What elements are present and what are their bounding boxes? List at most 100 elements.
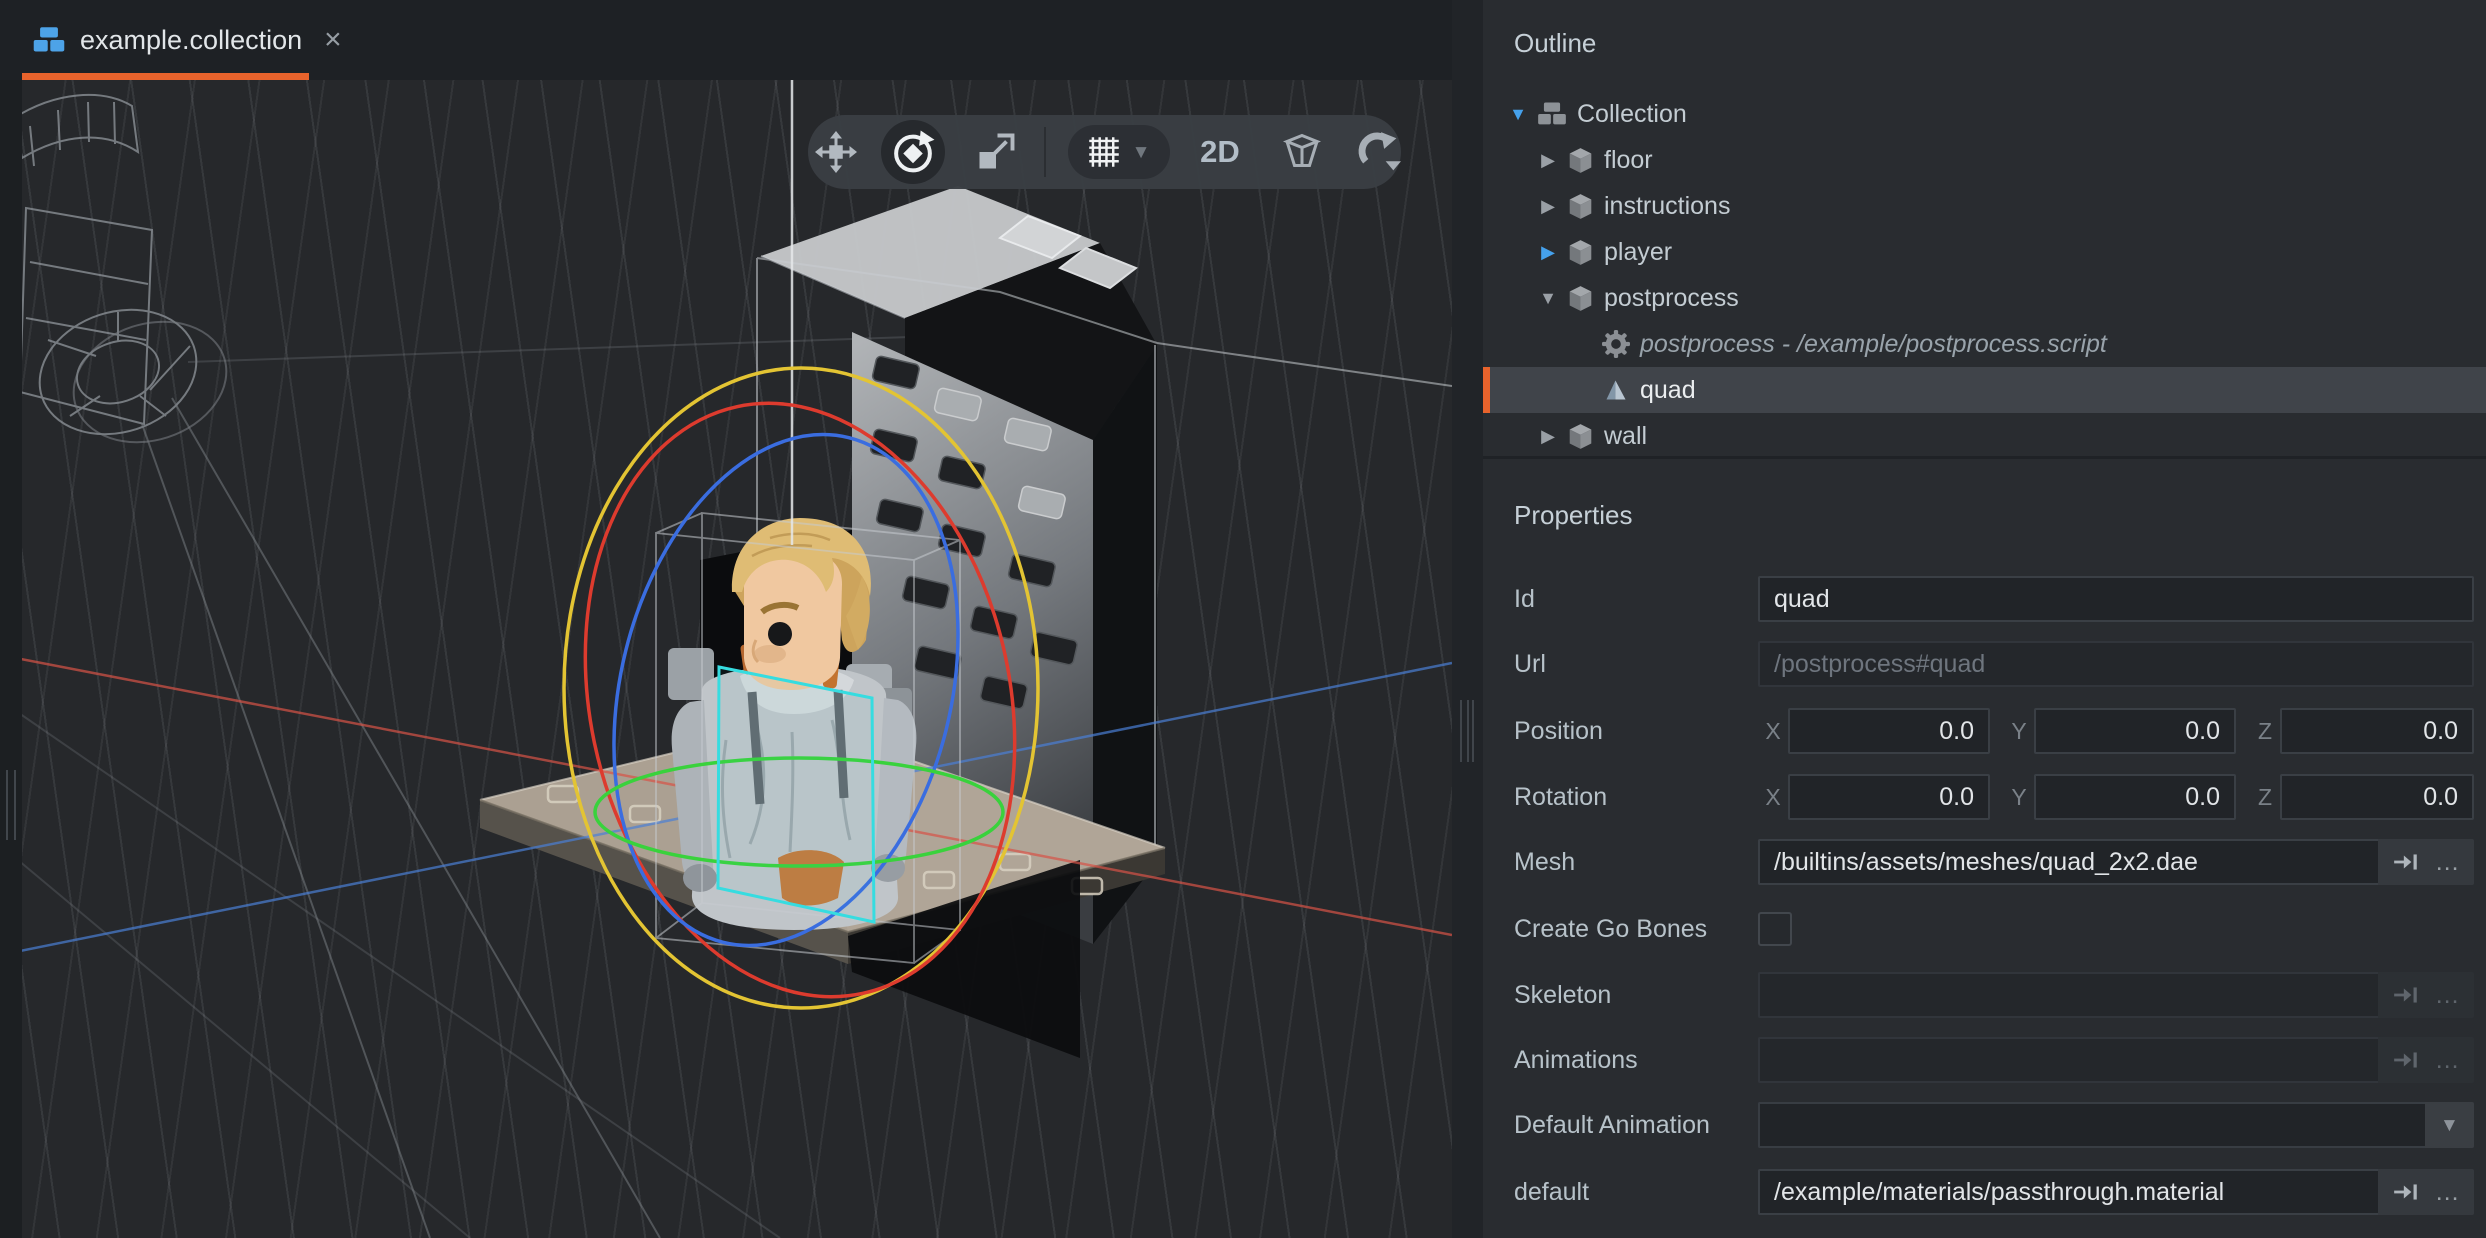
rotate-tool-button[interactable] bbox=[881, 120, 945, 184]
create-go-bones-checkbox[interactable] bbox=[1758, 912, 1792, 946]
outline-item-floor[interactable]: ▶ floor bbox=[1483, 137, 2486, 183]
outline-item-instructions[interactable]: ▶ instructions bbox=[1483, 183, 2486, 229]
x-axis-label: X bbox=[1758, 784, 1788, 811]
cube-icon bbox=[1567, 147, 1594, 174]
gear-icon bbox=[1602, 330, 1630, 358]
default-material-label: default bbox=[1514, 1178, 1758, 1207]
rotate-icon bbox=[890, 129, 936, 175]
mesh-label: Mesh bbox=[1514, 848, 1758, 877]
url-input bbox=[1758, 641, 2474, 687]
outline-item-postprocess[interactable]: ▼ postprocess bbox=[1483, 275, 2486, 321]
splitter-drag-handle[interactable] bbox=[1460, 700, 1474, 762]
mesh-icon bbox=[1602, 376, 1630, 404]
open-resource-button[interactable] bbox=[2392, 852, 2420, 872]
outline-item-player[interactable]: ▶ player bbox=[1483, 229, 2486, 275]
chevron-down-icon: ▼ bbox=[1132, 143, 1151, 162]
position-z-input[interactable] bbox=[2280, 708, 2474, 754]
scene-3d[interactable] bbox=[0, 80, 1452, 1238]
property-row-create-go-bones: Create Go Bones bbox=[1514, 906, 2474, 952]
tab-title: example.collection bbox=[80, 25, 302, 56]
create-go-bones-label: Create Go Bones bbox=[1514, 915, 1758, 944]
rotation-z-input[interactable] bbox=[2280, 774, 2474, 820]
property-row-mesh: Mesh … bbox=[1514, 839, 2474, 885]
defold-editor-window: example.collection × bbox=[0, 0, 2486, 1238]
camera-rotate-icon bbox=[1355, 129, 1401, 175]
properties-title: Properties bbox=[1514, 500, 1633, 531]
gutter-drag-handle[interactable] bbox=[6, 770, 16, 840]
position-x-input[interactable] bbox=[1788, 708, 1990, 754]
jump-to-icon bbox=[2392, 1182, 2420, 1202]
collection-icon bbox=[1537, 101, 1567, 127]
skeleton-label: Skeleton bbox=[1514, 981, 1758, 1010]
animations-input[interactable] bbox=[1758, 1037, 2378, 1083]
viewport-toolbar: ▼ 2D bbox=[808, 115, 1401, 189]
mesh-input[interactable] bbox=[1758, 839, 2378, 885]
chevron-down-icon: ▼ bbox=[2440, 1116, 2459, 1135]
cube-icon bbox=[1567, 239, 1594, 266]
default-animation-select[interactable] bbox=[1758, 1102, 2425, 1148]
frustum-culling-button[interactable] bbox=[1274, 124, 1330, 180]
skeleton-input[interactable] bbox=[1758, 972, 2378, 1018]
scale-icon bbox=[975, 131, 1017, 173]
outline-item-collection[interactable]: ▼ Collection bbox=[1483, 91, 2486, 137]
left-gutter bbox=[0, 80, 22, 1238]
expand-arrow-icon[interactable]: ▶ bbox=[1535, 242, 1561, 263]
move-tool-button[interactable] bbox=[808, 124, 864, 180]
camera-perspective-button[interactable] bbox=[1350, 124, 1406, 180]
active-tab-indicator bbox=[22, 73, 309, 80]
z-axis-label: Z bbox=[2250, 784, 2280, 811]
expand-arrow-icon[interactable]: ▼ bbox=[1505, 104, 1531, 125]
property-row-animations: Animations … bbox=[1514, 1037, 2474, 1083]
rotation-y-input[interactable] bbox=[2034, 774, 2236, 820]
outline-item-wall[interactable]: ▶ wall bbox=[1483, 413, 2486, 459]
open-resource-button bbox=[2392, 985, 2420, 1005]
property-row-position: Position X Y Z bbox=[1514, 708, 2474, 754]
property-row-url: Url bbox=[1514, 641, 2474, 687]
jump-to-icon bbox=[2392, 852, 2420, 872]
right-panel: Outline ▼ Collection ▶ floor ▶ instructi… bbox=[1483, 0, 2486, 1238]
grid-icon bbox=[1088, 136, 1120, 168]
default-animation-label: Default Animation bbox=[1514, 1111, 1758, 1140]
open-resource-button[interactable] bbox=[2392, 1182, 2420, 1202]
outline-item-quad[interactable]: quad bbox=[1483, 367, 2486, 413]
cube-icon bbox=[1567, 423, 1594, 450]
property-row-rotation: Rotation X Y Z bbox=[1514, 774, 2474, 820]
tab-close-icon[interactable]: × bbox=[324, 23, 342, 57]
y-axis-label: Y bbox=[2004, 784, 2034, 811]
tab-bar: example.collection × bbox=[0, 0, 1452, 80]
id-label: Id bbox=[1514, 585, 1758, 614]
property-row-id: Id bbox=[1514, 576, 2474, 622]
2d-mode-button[interactable]: 2D bbox=[1192, 124, 1248, 180]
grid-dropdown-button[interactable]: ▼ bbox=[1068, 125, 1170, 179]
section-divider bbox=[1483, 456, 2486, 459]
browse-resource-button[interactable]: … bbox=[2435, 857, 2460, 867]
rotation-x-input[interactable] bbox=[1788, 774, 1990, 820]
position-label: Position bbox=[1514, 717, 1758, 746]
property-row-default-material: default … bbox=[1514, 1169, 2474, 1215]
collection-icon bbox=[32, 26, 66, 54]
frustum-icon bbox=[1281, 131, 1323, 173]
browse-resource-button[interactable]: … bbox=[2435, 1187, 2460, 1197]
animations-label: Animations bbox=[1514, 1046, 1758, 1075]
scale-tool-button[interactable] bbox=[968, 124, 1024, 180]
rotation-label: Rotation bbox=[1514, 783, 1758, 812]
expand-arrow-icon[interactable]: ▶ bbox=[1535, 196, 1561, 217]
id-input[interactable] bbox=[1758, 576, 2474, 622]
selected-quad-outline bbox=[718, 667, 874, 922]
tab-example-collection[interactable]: example.collection × bbox=[22, 0, 352, 80]
move-icon bbox=[815, 131, 857, 173]
outline-title: Outline bbox=[1514, 28, 1596, 59]
default-material-input[interactable] bbox=[1758, 1169, 2378, 1215]
jump-to-icon bbox=[2392, 985, 2420, 1005]
position-y-input[interactable] bbox=[2034, 708, 2236, 754]
browse-resource-button[interactable]: … bbox=[2435, 990, 2460, 1000]
cube-icon bbox=[1567, 285, 1594, 312]
z-axis-label: Z bbox=[2250, 718, 2280, 745]
dropdown-button[interactable]: ▼ bbox=[2425, 1102, 2474, 1148]
panel-splitter[interactable] bbox=[1452, 0, 1483, 1238]
outline-item-postprocess-script[interactable]: postprocess - /example/postprocess.scrip… bbox=[1483, 321, 2486, 367]
browse-resource-button[interactable]: … bbox=[2435, 1055, 2460, 1065]
collapse-arrow-icon[interactable]: ▼ bbox=[1535, 288, 1561, 309]
expand-arrow-icon[interactable]: ▶ bbox=[1535, 426, 1561, 447]
expand-arrow-icon[interactable]: ▶ bbox=[1535, 150, 1561, 171]
